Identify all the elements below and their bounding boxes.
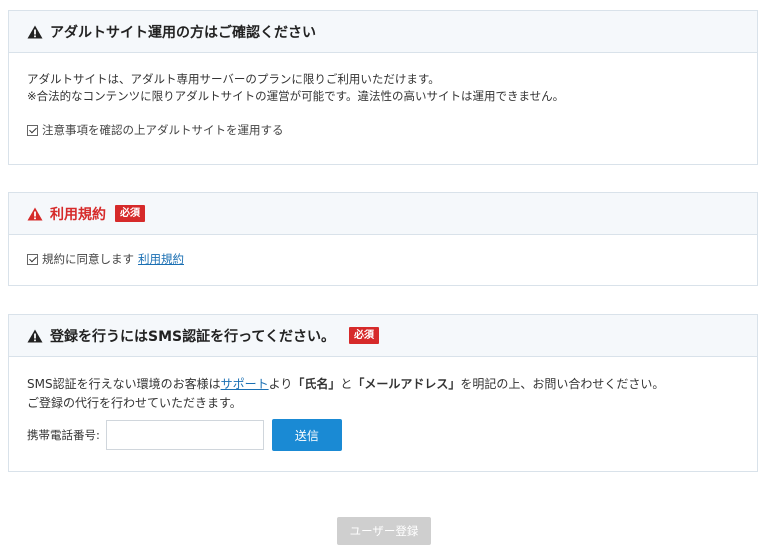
phone-row: 携帯電話番号: 送信 — [27, 419, 739, 451]
phone-label: 携帯電話番号: — [27, 427, 100, 442]
warning-icon — [27, 207, 43, 221]
terms-panel-title: 利用規約 — [50, 206, 106, 223]
adult-site-panel: アダルトサイト運用の方はご確認ください アダルトサイトは、アダルト専用サーバーの… — [8, 10, 758, 165]
send-button[interactable]: 送信 — [271, 419, 342, 451]
sms-panel-title: 登録を行うにはSMS認証を行ってください。 — [50, 328, 335, 345]
terms-checkbox[interactable] — [27, 254, 38, 265]
adult-site-checkbox-label[interactable]: 注意事項を確認の上アダルトサイトを運用する — [42, 122, 284, 139]
adult-site-panel-title: アダルトサイト運用の方はご確認ください — [50, 24, 316, 41]
support-link[interactable]: サポート — [221, 377, 269, 391]
warning-icon — [27, 25, 43, 39]
adult-site-notice-line1: アダルトサイトは、アダルト専用サーバーのプランに限りご利用いただけます。 — [27, 72, 440, 86]
sms-panel: 登録を行うにはSMS認証を行ってください。 必須 SMS認証を行えない環境のお客… — [8, 314, 758, 472]
warning-icon — [27, 329, 43, 343]
terms-checkbox-label[interactable]: 規約に同意します — [42, 251, 134, 268]
sms-text-part: より — [268, 377, 293, 391]
adult-site-panel-header: アダルトサイト運用の方はご確認ください — [9, 11, 757, 53]
sms-text-part: SMS認証を行えない環境のお客様は — [27, 377, 221, 391]
terms-checkbox-row[interactable]: 規約に同意します 利用規約 — [27, 251, 739, 268]
phone-input[interactable] — [105, 420, 264, 450]
name-label: 「氏名」 — [292, 377, 341, 391]
email-label: 「メールアドレス」 — [352, 377, 461, 391]
adult-site-checkbox-row[interactable]: 注意事項を確認の上アダルトサイトを運用する — [27, 122, 739, 139]
terms-link[interactable]: 利用規約 — [138, 251, 184, 268]
sms-text-part: を明記の上、お問い合わせください。 — [460, 377, 665, 391]
required-badge: 必須 — [115, 205, 145, 222]
sms-text-part: と — [340, 377, 353, 391]
register-button[interactable]: ユーザー登録 — [337, 517, 431, 545]
adult-site-checkbox[interactable] — [27, 125, 38, 136]
sms-instructions-line2: ご登録の代行を行わせていただきます。 — [27, 396, 242, 410]
terms-panel-header: 利用規約 必須 — [9, 193, 757, 235]
sms-instructions-line1: SMS認証を行えない環境のお客様はサポートより「氏名」と「メールアドレス」を明記… — [27, 375, 739, 394]
adult-site-notice-line2: ※合法的なコンテンツに限りアダルトサイトの運営が可能です。違法性の高いサイトは運… — [27, 89, 565, 103]
sms-panel-header: 登録を行うにはSMS認証を行ってください。 必須 — [9, 315, 757, 357]
required-badge: 必須 — [348, 327, 379, 344]
terms-panel: 利用規約 必須 規約に同意します 利用規約 — [8, 192, 758, 286]
